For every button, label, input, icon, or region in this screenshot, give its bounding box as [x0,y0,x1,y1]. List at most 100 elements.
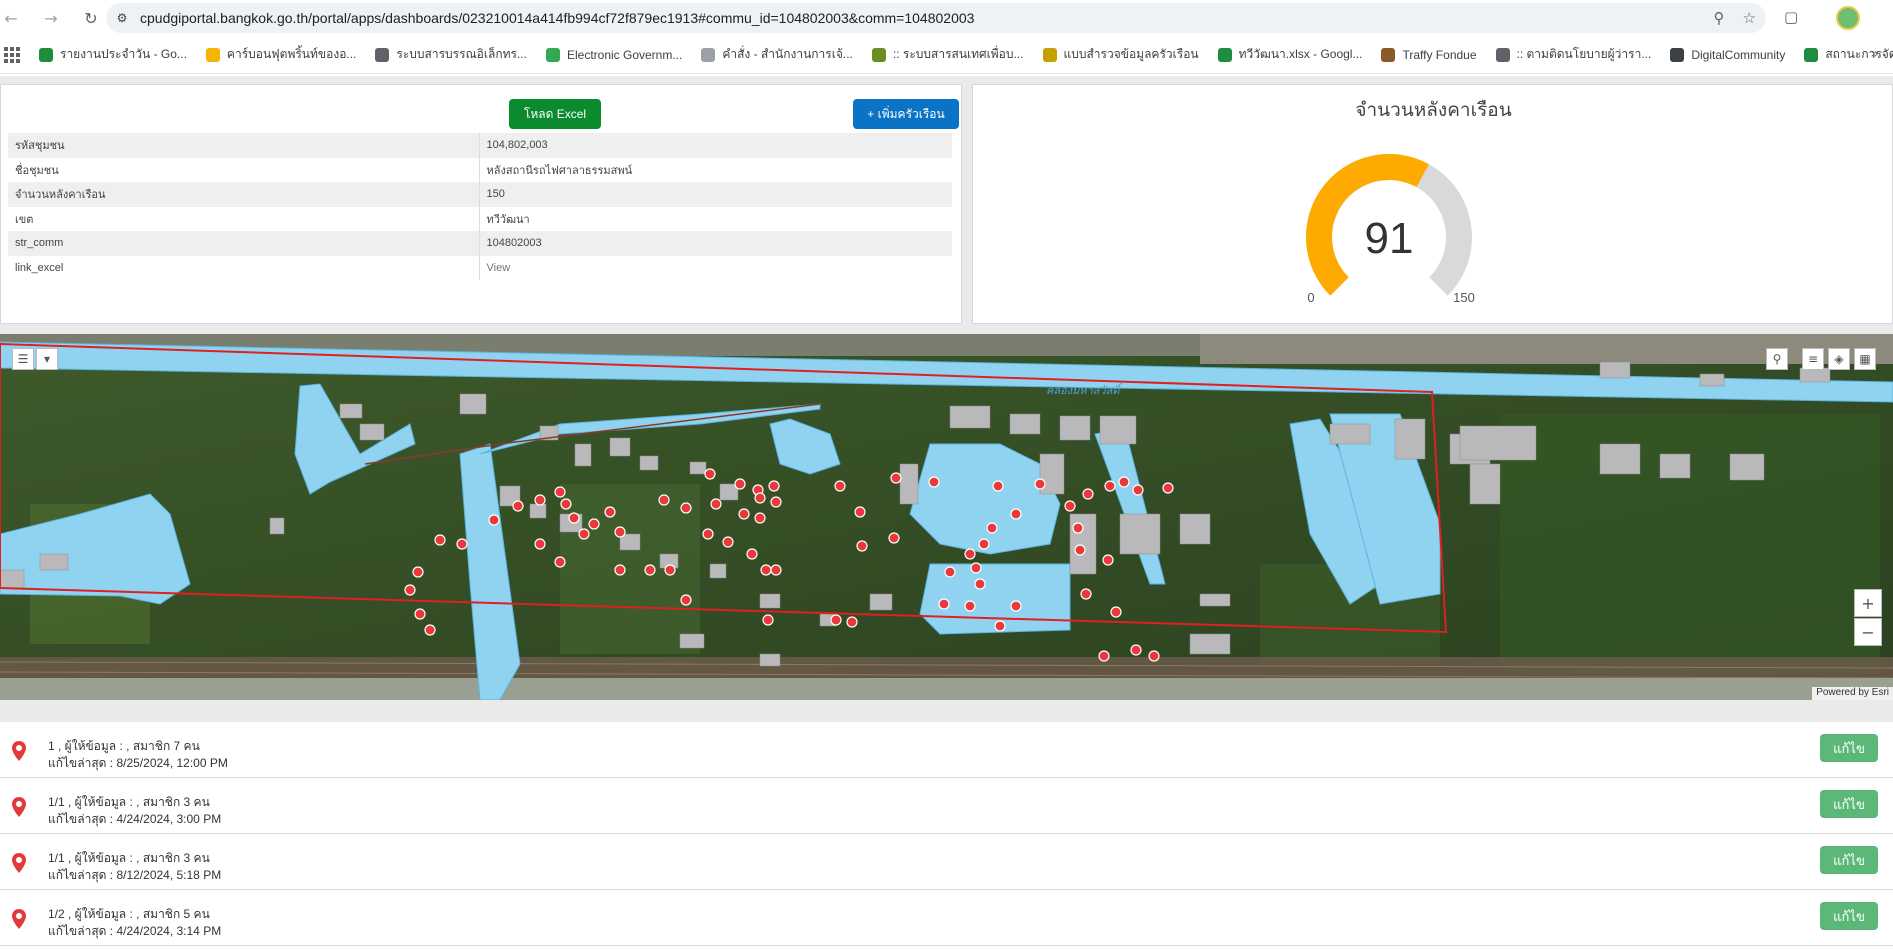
map-dropdown-chevron-icon[interactable]: ▾ [36,348,58,370]
household-marker[interactable] [964,548,976,560]
map-basemap-icon[interactable]: ▦ [1854,348,1876,370]
household-marker[interactable] [604,506,616,518]
household-marker[interactable] [978,538,990,550]
household-marker[interactable] [1132,484,1144,496]
household-marker[interactable] [944,566,956,578]
household-marker[interactable] [1118,476,1130,488]
household-marker[interactable] [834,480,846,492]
household-marker[interactable] [964,600,976,612]
satellite-map[interactable] [0,334,1893,700]
forward-arrow-icon[interactable]: → [40,7,62,29]
household-marker[interactable] [664,564,676,576]
household-marker[interactable] [928,476,940,488]
household-marker[interactable] [534,538,546,550]
household-marker[interactable] [1102,554,1114,566]
extensions-icon[interactable]: ▢ [1784,8,1804,28]
household-marker[interactable] [974,578,986,590]
list-item[interactable]: 1/1 , ผู้ให้ข้อมูล : , สมาชิก 3 คน แก้ไข… [0,778,1893,834]
household-marker[interactable] [1098,650,1110,662]
edit-button[interactable]: แก้ไข [1820,902,1878,930]
household-marker[interactable] [890,472,902,484]
household-marker[interactable] [1104,480,1116,492]
bookmark-item[interactable]: คำสั่ง - สำนักงานการเจ้... [701,45,853,64]
zoom-out-button[interactable]: − [1854,618,1882,646]
household-marker[interactable] [414,608,426,620]
household-marker[interactable] [738,508,750,520]
reload-icon[interactable]: ↻ [80,7,102,29]
bookmark-item[interactable]: :: ระบบสารสนเทศเพื่อบ... [871,45,1024,64]
household-marker[interactable] [560,498,572,510]
household-marker[interactable] [1010,508,1022,520]
household-marker[interactable] [768,480,780,492]
bookmark-item[interactable]: Electronic Governm... [545,45,682,64]
household-marker[interactable] [1010,600,1022,612]
household-marker[interactable] [704,468,716,480]
household-marker[interactable] [830,614,842,626]
list-item[interactable]: 1/2 , ผู้ให้ข้อมูล : , สมาชิก 5 คน แก้ไข… [0,890,1893,946]
address-bar[interactable]: ⚙ cpudgiportal.bangkok.go.th/portal/apps… [106,3,1766,33]
download-excel-button[interactable]: โหลด Excel [509,99,601,129]
bookmark-item[interactable]: ระบบสารบรรณอิเล็กทร... [375,45,527,64]
household-marker[interactable] [554,556,566,568]
household-marker[interactable] [888,532,900,544]
household-marker[interactable] [734,478,746,490]
household-marker[interactable] [746,548,758,560]
more-bookmarks-icon[interactable]: » [1870,46,1879,62]
household-marker[interactable] [1110,606,1122,618]
excel-view-link[interactable]: View [479,256,952,281]
household-marker[interactable] [992,480,1004,492]
map-legend-icon[interactable]: ☰ [12,348,34,370]
household-marker[interactable] [512,500,524,512]
household-marker[interactable] [770,496,782,508]
household-marker[interactable] [614,526,626,538]
profile-avatar[interactable] [1836,6,1860,30]
household-marker[interactable] [568,512,580,524]
household-marker[interactable] [680,594,692,606]
bookmark-item[interactable]: คาร์บอนฟุตพริ้นท์ของอ... [205,45,356,64]
add-household-button[interactable]: + เพิ่มครัวเรือน [853,99,959,129]
household-marker[interactable] [846,616,858,628]
household-marker[interactable] [644,564,656,576]
household-marker[interactable] [588,518,600,530]
household-marker[interactable] [412,566,424,578]
household-marker[interactable] [578,528,590,540]
household-marker[interactable] [488,514,500,526]
household-marker[interactable] [1072,522,1084,534]
bookmark-star-icon[interactable]: ☆ [1743,9,1756,27]
household-marker[interactable] [534,494,546,506]
household-marker[interactable] [702,528,714,540]
map-panel[interactable]: ☰ ▾ คลองมหาสวัสดิ์ ⚲ ≡ ◈ ▦ + − Powered b… [0,334,1893,700]
household-marker[interactable] [554,486,566,498]
bookmark-item[interactable]: Traffy Fondue [1381,45,1477,64]
apps-grid-icon[interactable] [4,46,20,63]
household-marker[interactable] [434,534,446,546]
household-marker[interactable] [1082,488,1094,500]
household-marker[interactable] [770,564,782,576]
household-marker[interactable] [754,492,766,504]
household-marker[interactable] [1074,544,1086,556]
household-marker[interactable] [424,624,436,636]
household-marker[interactable] [754,512,766,524]
household-marker[interactable] [1034,478,1046,490]
bookmark-item[interactable]: DigitalCommunity [1670,45,1785,64]
map-search-icon[interactable]: ⚲ [1766,348,1788,370]
household-marker[interactable] [404,584,416,596]
edit-button[interactable]: แก้ไข [1820,846,1878,874]
site-info-icon[interactable]: ⚙ [114,10,130,26]
zoom-in-button[interactable]: + [1854,589,1882,617]
edit-button[interactable]: แก้ไข [1820,790,1878,818]
household-marker[interactable] [994,620,1006,632]
map-attribution[interactable]: Powered by Esri [1812,687,1893,700]
edit-button[interactable]: แก้ไข [1820,734,1878,762]
household-marker[interactable] [986,522,998,534]
household-marker[interactable] [1162,482,1174,494]
household-marker[interactable] [722,536,734,548]
household-marker[interactable] [614,564,626,576]
bookmark-item[interactable]: ทวีวัฒนา.xlsx - Googl... [1217,45,1362,64]
zoom-icon[interactable]: ⚲ [1714,9,1725,27]
household-marker[interactable] [710,498,722,510]
url-text[interactable]: cpudgiportal.bangkok.go.th/portal/apps/d… [140,10,974,26]
household-marker[interactable] [680,502,692,514]
bookmark-item[interactable]: สถานะการจัดส่งแบบ ป... [1804,45,1893,64]
household-marker[interactable] [1064,500,1076,512]
